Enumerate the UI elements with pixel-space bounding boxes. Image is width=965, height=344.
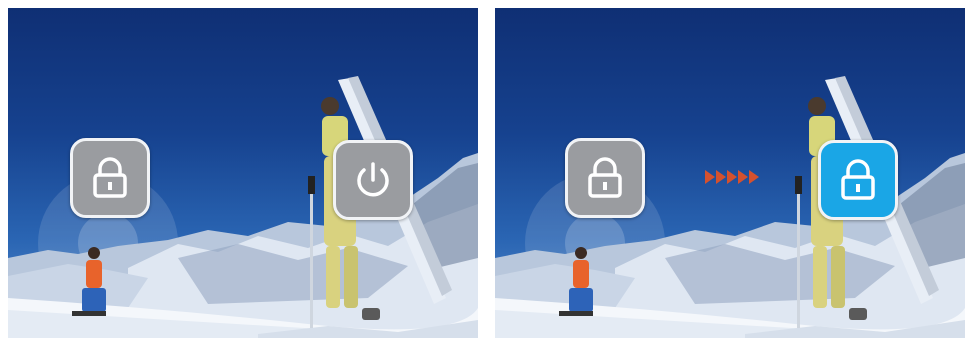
power-button[interactable] [333,140,413,220]
arrow-right-icon [727,170,737,184]
arrow-right-icon [738,170,748,184]
power-icon [349,156,397,204]
arrow-right-icon [705,170,715,184]
lock-icon [835,157,881,203]
lock-button-active[interactable] [818,140,898,220]
lock-button[interactable] [565,138,645,218]
transition-arrows [705,170,760,184]
lock-icon [582,155,628,201]
lock-icon [87,155,133,201]
arrow-right-icon [716,170,726,184]
screen-panel-after [495,8,965,338]
arrow-right-icon [749,170,759,184]
screen-panel-before [8,8,478,338]
lock-button[interactable] [70,138,150,218]
